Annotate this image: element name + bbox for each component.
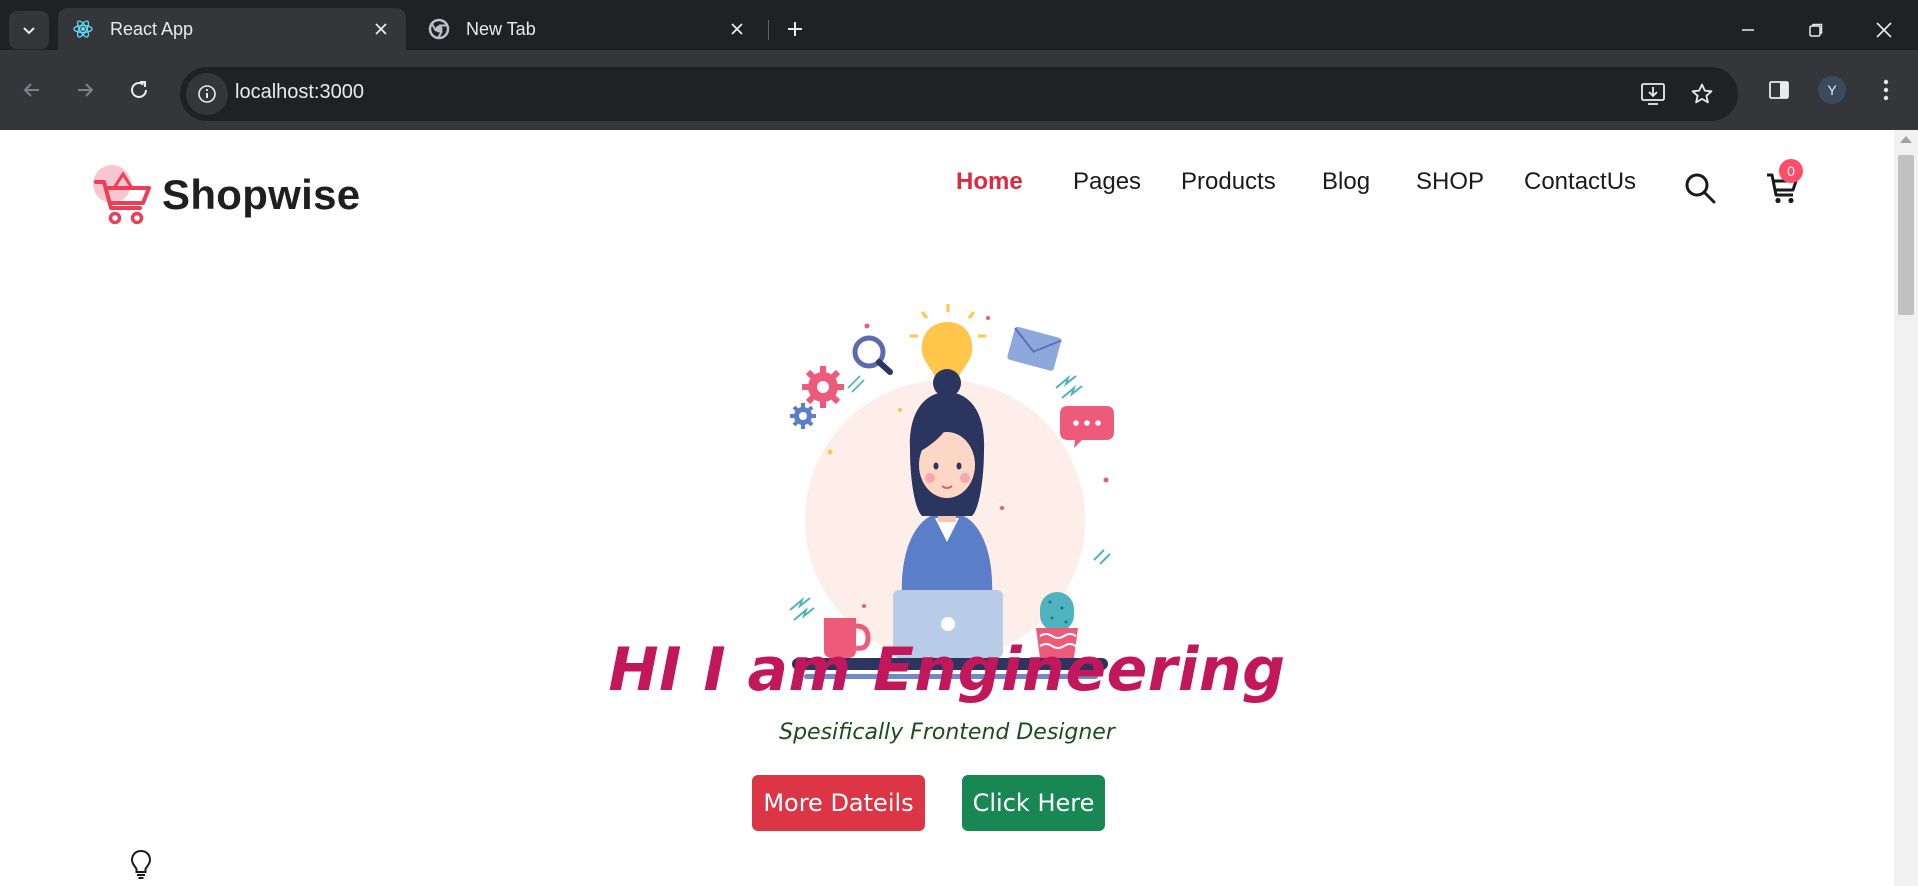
back-button[interactable]	[12, 70, 52, 110]
install-icon	[1641, 83, 1665, 105]
gear-icon	[790, 366, 844, 429]
url-text: localhost:3000	[235, 81, 364, 103]
minimize-icon	[1742, 29, 1754, 31]
reload-button[interactable]	[119, 70, 159, 110]
chevron-down-icon	[23, 27, 35, 35]
browser-toolbar: localhost:3000 Y	[0, 50, 1918, 130]
site-info-button[interactable]	[186, 73, 228, 115]
close-window-button[interactable]	[1864, 10, 1904, 50]
hero-subtitle: Spesifically Frontend Designer	[779, 720, 1115, 745]
chat-bubble-icon	[1060, 406, 1114, 448]
hero-title: HI I am Engineering	[608, 635, 1286, 705]
nav-shop[interactable]: SHOP	[1416, 168, 1484, 196]
address-bar[interactable]: localhost:3000	[180, 67, 1738, 121]
chrome-icon	[428, 18, 450, 40]
magnifier-icon	[847, 335, 893, 393]
star-icon	[1691, 83, 1713, 104]
nav-home[interactable]: Home	[956, 168, 1023, 196]
nav-products[interactable]: Products	[1181, 168, 1276, 196]
click-here-button[interactable]: Click Here	[962, 775, 1105, 831]
nav-blog[interactable]: Blog	[1322, 168, 1370, 196]
close-icon[interactable]	[726, 18, 748, 40]
close-icon[interactable]	[370, 18, 392, 40]
search-button[interactable]	[1680, 168, 1720, 208]
scroll-up-arrow-icon[interactable]	[1900, 136, 1912, 143]
plus-icon	[788, 22, 802, 36]
tab-react-app[interactable]: React App	[58, 8, 406, 50]
shopping-cart-logo-icon	[92, 162, 154, 228]
install-app-button[interactable]	[1637, 78, 1669, 110]
forward-button[interactable]	[65, 70, 105, 110]
more-vert-icon	[1883, 79, 1889, 101]
tab-separator	[768, 20, 769, 40]
profile-button[interactable]: Y	[1812, 70, 1852, 110]
browser-tab-strip: React App New Tab	[0, 0, 1918, 50]
scrollbar-thumb[interactable]	[1898, 155, 1914, 315]
more-details-button[interactable]: More Dateils	[752, 775, 925, 831]
page-scrollbar[interactable]	[1894, 130, 1918, 886]
minimize-button[interactable]	[1728, 10, 1768, 50]
tab-search-button[interactable]	[9, 11, 49, 49]
envelope-icon	[1007, 326, 1062, 371]
reload-icon	[131, 81, 147, 98]
nav-contactus[interactable]: ContactUs	[1524, 168, 1636, 196]
side-panel-button[interactable]	[1759, 70, 1799, 110]
close-icon	[1876, 22, 1892, 38]
lightbulb-outline-icon	[130, 849, 152, 879]
info-icon	[198, 85, 216, 103]
search-icon	[1685, 173, 1716, 204]
new-tab-button[interactable]	[780, 14, 810, 44]
avatar: Y	[1818, 76, 1846, 104]
bookmark-button[interactable]	[1686, 78, 1718, 110]
react-icon	[72, 18, 94, 40]
restore-icon	[1809, 23, 1823, 37]
side-panel-icon	[1769, 81, 1789, 99]
page-viewport: Shopwise Home Pages Products Blog SHOP C…	[0, 130, 1918, 886]
tab-title: New Tab	[466, 18, 536, 39]
nav-pages[interactable]: Pages	[1073, 168, 1141, 196]
browser-menu-button[interactable]	[1866, 70, 1906, 110]
cart-count-badge: 0	[1779, 159, 1803, 183]
brand-name: Shopwise	[162, 171, 361, 218]
site-logo[interactable]: Shopwise	[92, 162, 360, 228]
tab-new-tab[interactable]: New Tab	[414, 8, 762, 50]
arrow-left-icon	[23, 83, 39, 97]
arrow-right-icon	[78, 83, 94, 97]
restore-button[interactable]	[1796, 10, 1836, 50]
tab-title: React App	[110, 18, 194, 39]
